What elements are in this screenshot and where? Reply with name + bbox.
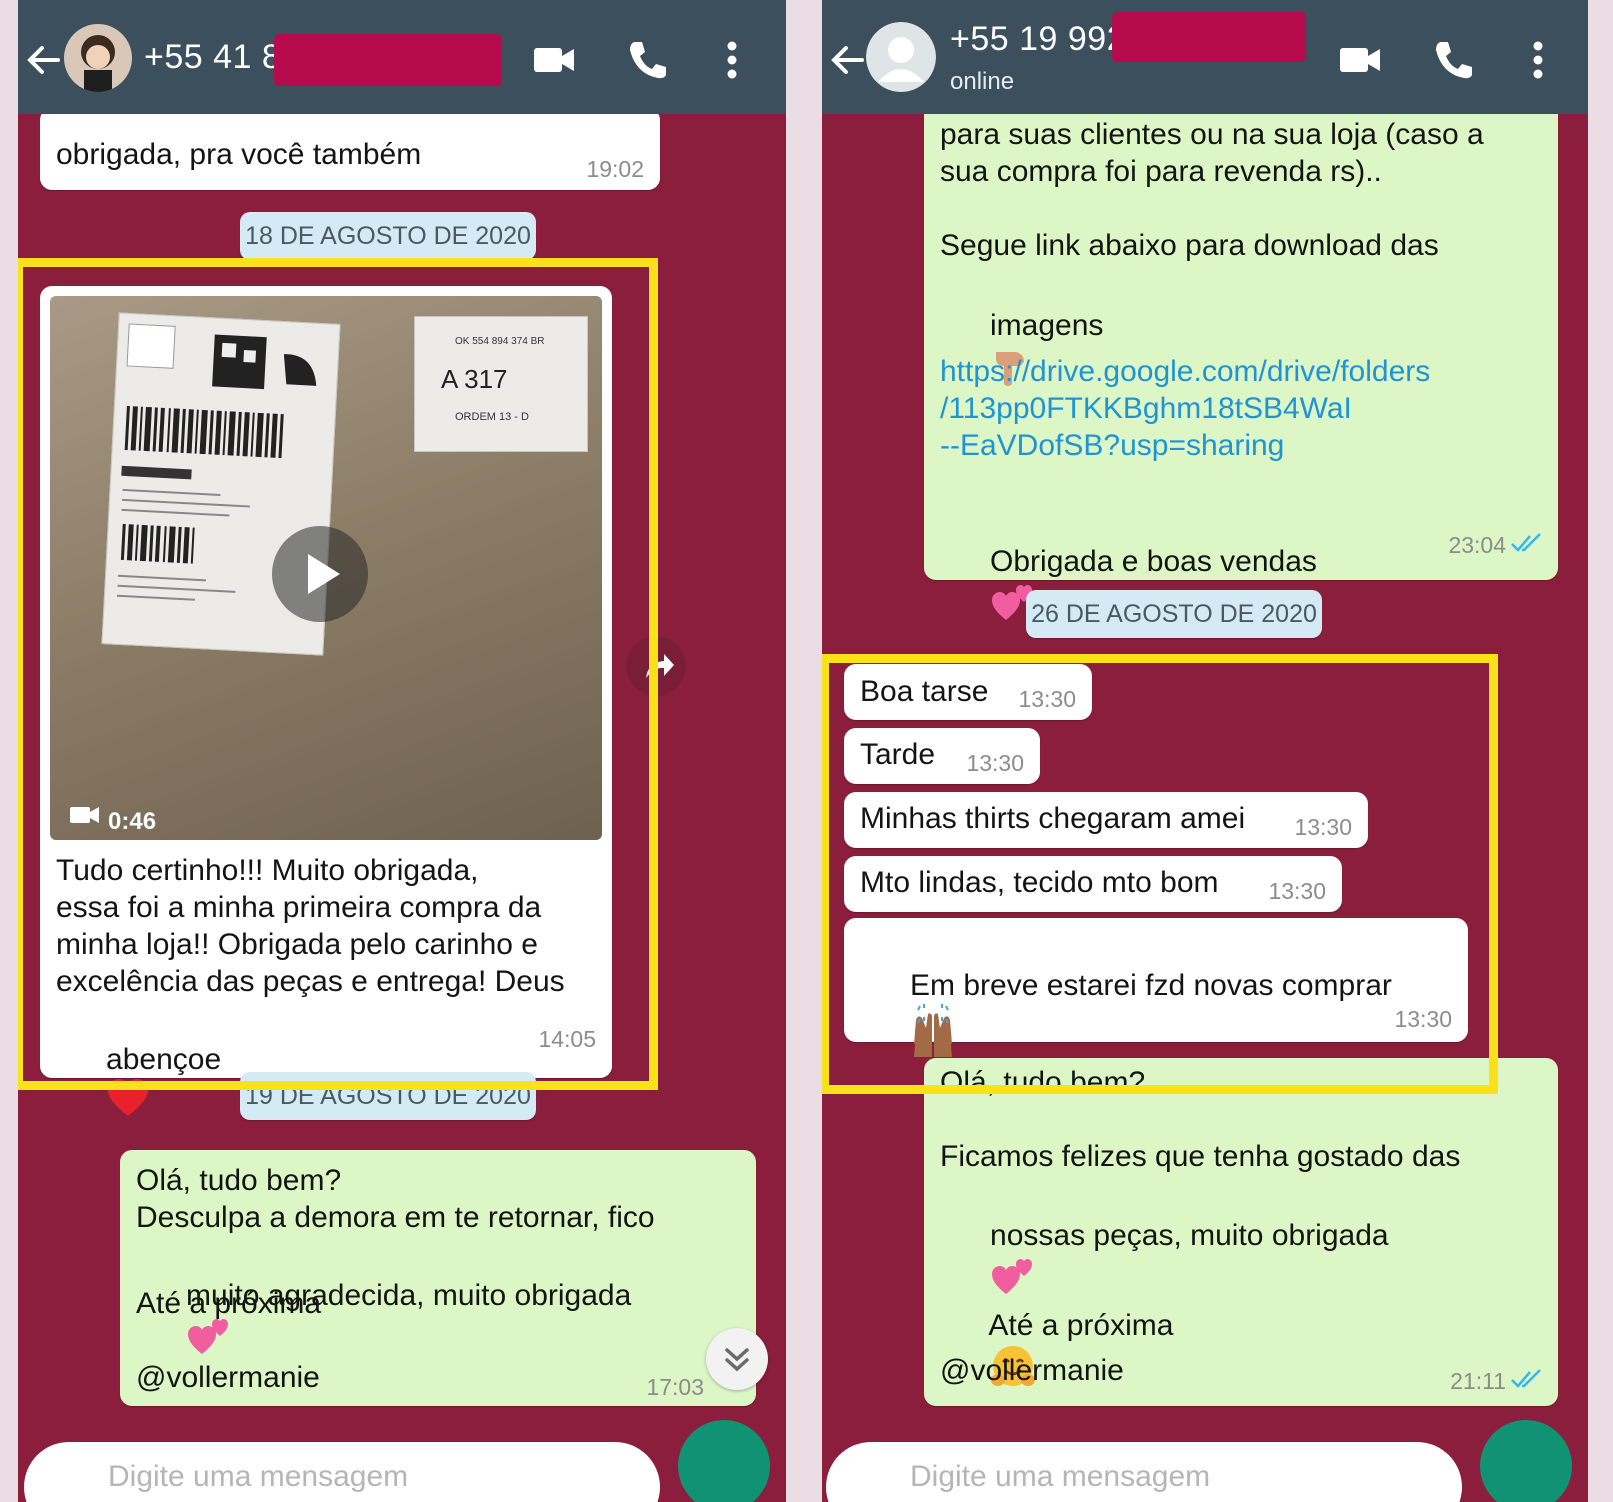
- drive-link[interactable]: --EaVDofSB?usp=sharing: [940, 427, 1284, 464]
- message-text: nossas peças, muito obrigada: [990, 1219, 1389, 1252]
- message-text-line: Até a próxima: [136, 1287, 322, 1320]
- message-time: 19:02: [586, 156, 644, 182]
- mic-button[interactable]: [1480, 1420, 1572, 1502]
- message-text-line-with-emoji: Até a próxima: [940, 1270, 1173, 1427]
- message-text: Até a próxima: [988, 1309, 1174, 1342]
- redaction-bar: [1112, 12, 1306, 62]
- left-chat-panel: +55 41 8 obrigada, pra você também 19:02…: [18, 0, 786, 1502]
- message-time: 21:11: [1450, 1368, 1506, 1394]
- more-options-icon[interactable]: [1514, 36, 1562, 84]
- message-input-placeholder: Digite uma mensagem: [910, 1460, 1211, 1493]
- message-bubble-outgoing[interactable]: para suas clientes ou na sua loja (caso …: [924, 80, 1558, 620]
- message-text: Obrigada e boas vendas: [990, 545, 1317, 578]
- message-text: imagens: [990, 309, 1104, 342]
- drive-link[interactable]: /113pp0FTKKBghm18tSB4WaI: [940, 390, 1352, 427]
- contact-name[interactable]: +55 19 992: [950, 20, 1126, 59]
- redaction-bar: [274, 34, 502, 86]
- read-receipt-icon: [1511, 533, 1541, 552]
- video-call-icon[interactable]: [1336, 36, 1384, 84]
- message-input-bar[interactable]: Digite uma mensagem: [24, 1442, 660, 1502]
- message-text-line: sua compra foi para revenda rs)..: [940, 155, 1382, 188]
- chat-header: +55 41 8: [18, 0, 786, 114]
- message-bubble-outgoing[interactable]: Olá, tudo bem? Ficamos felizes que tenha…: [924, 1058, 1558, 1406]
- message-text-line: Ficamos felizes que tenha gostado das: [940, 1140, 1461, 1173]
- back-arrow-icon[interactable]: [826, 38, 870, 82]
- message-bubble-incoming[interactable]: obrigada, pra você também 19:02: [40, 108, 660, 190]
- message-text: obrigada, pra você também: [56, 138, 422, 171]
- date-separator: 18 DE AGOSTO DE 2020: [240, 212, 536, 260]
- double-chevron-down-icon: [725, 1348, 749, 1372]
- mic-button[interactable]: [678, 1420, 770, 1502]
- message-text-line: @vollermanie: [940, 1354, 1124, 1387]
- phone-icon[interactable]: [1430, 36, 1478, 84]
- avatar[interactable]: [64, 24, 132, 92]
- phone-icon[interactable]: [624, 36, 672, 84]
- date-separator: 26 DE AGOSTO DE 2020: [1026, 590, 1322, 638]
- drive-link[interactable]: https://drive.google.com/drive/folders: [940, 353, 1430, 390]
- more-options-icon[interactable]: [708, 36, 756, 84]
- message-time: 17:03: [646, 1374, 704, 1400]
- back-arrow-icon[interactable]: [22, 38, 66, 82]
- video-call-icon[interactable]: [530, 36, 578, 84]
- message-input-bar[interactable]: Digite uma mensagem: [826, 1442, 1462, 1502]
- contact-status: online: [950, 68, 1015, 95]
- scroll-to-bottom-button[interactable]: [706, 1328, 768, 1390]
- highlight-box: [822, 654, 1498, 1094]
- message-text-line: Olá, tudo bem?: [136, 1164, 342, 1197]
- message-input-placeholder: Digite uma mensagem: [108, 1460, 409, 1493]
- message-bubble-outgoing[interactable]: Olá, tudo bem? Desculpa a demora em te r…: [120, 1150, 756, 1406]
- chat-header: +55 19 992 online: [822, 0, 1588, 114]
- message-time: 23:04: [1448, 532, 1506, 558]
- read-receipt-icon: [1511, 1369, 1541, 1388]
- right-chat-panel: +55 19 992 online para suas clientes ou …: [822, 0, 1588, 1502]
- message-text-line: Desculpa a demora em te retornar, fico: [136, 1201, 655, 1234]
- message-text-line: Segue link abaixo para download das: [940, 229, 1439, 262]
- message-text-line: para suas clientes ou na sua loja (caso …: [940, 118, 1484, 151]
- highlight-box: [18, 258, 658, 1090]
- avatar-placeholder[interactable]: [866, 22, 936, 92]
- contact-name[interactable]: +55 41 8: [144, 38, 281, 77]
- message-text-line: @vollermanie: [136, 1361, 320, 1394]
